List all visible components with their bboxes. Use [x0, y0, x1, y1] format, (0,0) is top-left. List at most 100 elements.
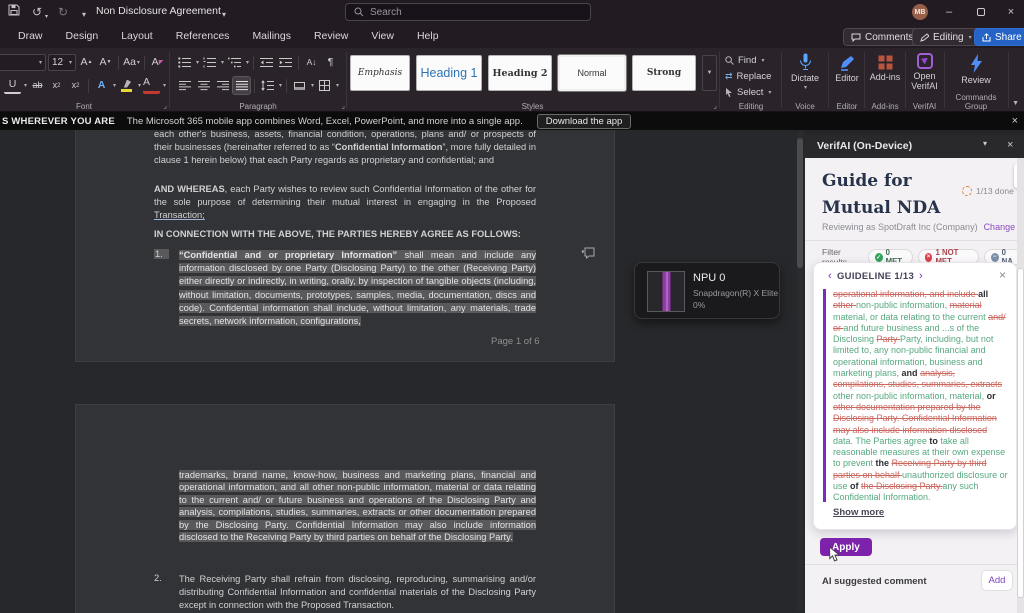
add-comment-button[interactable]: Add — [981, 570, 1013, 591]
line-spacing-button[interactable] — [259, 77, 276, 94]
document-page-2[interactable]: trademarks, brand name, know-how, busine… — [75, 404, 615, 613]
style-emphasis[interactable]: Emphasis — [350, 55, 410, 91]
collapse-ribbon-chevron-icon[interactable]: ▼ — [1012, 100, 1019, 107]
clear-formatting-button[interactable]: A◤ — [149, 54, 166, 71]
font-dialog-launcher[interactable]: ⌟ — [163, 102, 167, 110]
font-color-button[interactable]: A — [143, 77, 160, 94]
undo-icon[interactable]: ↺ — [32, 4, 42, 20]
notification-bar: S WHEREVER YOU ARE The Microsoft 365 mob… — [0, 112, 1024, 130]
strikethrough-button[interactable]: ab — [29, 77, 46, 94]
find-icon — [725, 56, 734, 65]
paragraph-dialog-launcher[interactable]: ⌟ — [341, 102, 345, 110]
style-normal[interactable]: Normal — [558, 55, 626, 91]
find-button[interactable]: Find▾ — [725, 53, 765, 68]
show-hide-marks-button[interactable]: ¶ — [322, 54, 339, 71]
editing-group-label: Editing — [722, 102, 780, 111]
align-center-button[interactable] — [195, 77, 212, 94]
search-input[interactable]: Search — [345, 3, 591, 21]
dictate-button[interactable]: Dictate ▾ — [782, 53, 828, 92]
align-right-button[interactable] — [214, 77, 231, 94]
document-page-1[interactable]: each other's business, assets, financial… — [75, 130, 615, 362]
avatar[interactable]: MB — [912, 4, 928, 20]
guideline-prev-icon[interactable]: ‹ — [828, 270, 832, 282]
underline-caret-icon[interactable]: ▾ — [24, 82, 27, 89]
download-app-button[interactable]: Download the app — [537, 114, 632, 129]
shading-button[interactable] — [291, 77, 308, 94]
sort-button[interactable]: A↓ — [303, 54, 320, 71]
style-strong[interactable]: Strong — [632, 55, 696, 91]
quick-access-customize-icon[interactable]: ▾ — [82, 7, 86, 23]
review-command-button[interactable]: Review — [945, 54, 1007, 85]
replace-button[interactable]: ⇄ Replace — [725, 69, 771, 84]
multilevel-list-button[interactable] — [226, 54, 243, 71]
tab-references[interactable]: References — [176, 30, 230, 42]
redo-icon[interactable]: ↻ — [58, 4, 68, 20]
share-button[interactable]: Share ▾ — [974, 28, 1024, 46]
comments-button[interactable]: Comments — [843, 28, 921, 46]
document-title[interactable]: Non Disclosure Agreement — [96, 5, 221, 17]
addins-label: Add-ins — [870, 72, 901, 82]
editor-group-label: Editor — [829, 102, 865, 111]
tab-review[interactable]: Review — [314, 30, 348, 42]
styles-gallery-more-button[interactable]: ▼ — [702, 55, 717, 91]
text-effects-caret-icon[interactable]: ▾ — [113, 82, 116, 89]
font-size-combo[interactable]: 12▾ — [48, 54, 76, 71]
font-name-combo[interactable]: ▾ — [0, 54, 46, 71]
text-effects-button[interactable]: A — [93, 77, 110, 94]
tab-help[interactable]: Help — [417, 30, 439, 42]
editor-button[interactable]: Editor — [829, 55, 865, 83]
shrink-font-button[interactable]: A▼ — [97, 54, 114, 71]
review-command-label: Review — [961, 75, 991, 85]
minimize-button[interactable]: – — [940, 4, 958, 20]
open-verifai-button[interactable]: Open VerifAI — [906, 53, 943, 92]
highlighter-icon — [122, 80, 131, 88]
superscript-button[interactable]: x2 — [67, 77, 84, 94]
panel-scrollbar[interactable] — [1017, 158, 1024, 613]
panel-close-icon[interactable]: × — [1007, 139, 1013, 151]
change-link[interactable]: Change — [984, 222, 1016, 232]
highlight-caret-icon[interactable]: ▾ — [138, 82, 141, 89]
notification-close-icon[interactable]: × — [1012, 115, 1018, 127]
editing-button-label: Editing — [933, 32, 964, 43]
underline-button[interactable]: U — [4, 77, 21, 94]
style-heading2[interactable]: Heading 2 — [488, 55, 552, 91]
highlight-color-button[interactable] — [118, 77, 135, 94]
decrease-indent-button[interactable] — [258, 54, 275, 71]
change-case-button[interactable]: Aa▾ — [123, 54, 140, 71]
guideline-next-icon[interactable]: › — [919, 270, 923, 282]
grow-font-button[interactable]: A▲ — [78, 54, 95, 71]
editing-mode-button[interactable]: Editing ▾ — [912, 28, 980, 46]
tab-view[interactable]: View — [371, 30, 394, 42]
comment-indicator-icon[interactable] — [581, 247, 595, 259]
guideline-close-icon[interactable]: × — [999, 268, 1006, 282]
font-color-caret-icon[interactable]: ▾ — [163, 82, 166, 89]
addins-button[interactable]: Add-ins — [865, 55, 905, 82]
panel-collapse-chevron-icon[interactable]: ▾ — [983, 139, 987, 148]
increase-indent-button[interactable] — [277, 54, 294, 71]
tab-layout[interactable]: Layout — [121, 30, 153, 42]
pencil-icon — [920, 33, 929, 42]
maximize-button[interactable] — [972, 4, 990, 20]
tab-mailings[interactable]: Mailings — [252, 30, 291, 42]
document-scrollbar-thumb[interactable] — [797, 138, 803, 268]
show-more-link[interactable]: Show more — [833, 507, 884, 518]
align-left-button[interactable] — [176, 77, 193, 94]
undo-caret-icon[interactable]: ▾ — [45, 9, 48, 25]
subscript-button[interactable]: x2 — [48, 77, 65, 94]
panel-scrollbar-thumb[interactable] — [1017, 268, 1024, 598]
tab-draw[interactable]: Draw — [18, 30, 43, 42]
document-title-chevron-icon[interactable]: ▾ — [222, 7, 226, 23]
justify-button[interactable] — [233, 77, 250, 94]
close-button[interactable]: × — [1002, 4, 1020, 20]
tab-design[interactable]: Design — [66, 30, 99, 42]
guideline-card-header: ‹ GUIDELINE 1/13 › — [828, 270, 923, 282]
numbering-button[interactable] — [201, 54, 218, 71]
borders-button[interactable] — [316, 77, 333, 94]
search-icon — [354, 7, 364, 17]
styles-dialog-launcher[interactable]: ⌟ — [713, 102, 717, 110]
style-heading1[interactable]: Heading 1 — [416, 55, 482, 91]
select-button[interactable]: Select▾ — [725, 85, 771, 100]
document-scrollbar[interactable] — [797, 132, 803, 611]
save-icon[interactable] — [8, 4, 20, 16]
bullets-button[interactable] — [176, 54, 193, 71]
